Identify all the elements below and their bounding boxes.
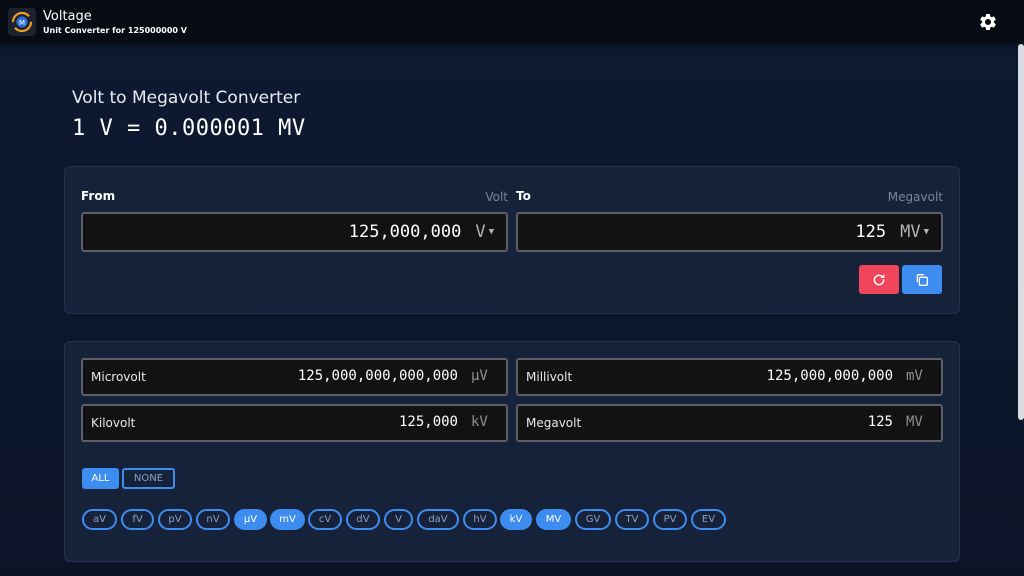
scrollbar[interactable] [1018,44,1024,420]
unit-chip-pv[interactable]: pV [158,509,192,530]
to-value[interactable]: 125 [855,222,886,242]
caret-down-icon: ▼ [488,227,494,237]
unit-chip-microv[interactable]: µV [234,509,267,530]
result-value[interactable]: 125,000 [399,414,458,430]
app-subtitle: Unit Converter for 125000000 V [43,26,187,35]
conversion-formula: 1 V = 0.000001 MV [72,116,306,141]
result-unit-name: Megavolt [526,416,582,430]
result-value[interactable]: 125 [868,414,893,430]
result-unit: mV [906,368,923,384]
from-unit-name: Volt [485,190,508,204]
result-value[interactable]: 125,000,000,000,000 [298,368,458,384]
to-unit: MV [900,222,921,242]
to-label: To [516,189,531,203]
app-title: Voltage [43,9,92,24]
result-row[interactable]: Kilovolt 125,000 kV [81,404,508,442]
refresh-icon [873,273,885,285]
unit-chip-mv-mega[interactable]: MV [536,509,571,530]
unit-chip-cv[interactable]: cV [308,509,342,530]
unit-chip-fv[interactable]: fV [121,509,154,530]
select-all-button[interactable]: ALL [82,468,119,489]
select-none-button[interactable]: NONE [122,468,175,489]
svg-text:M: M [19,19,25,27]
from-value-field[interactable]: 125,000,000 V ▼ [81,212,508,252]
result-unit-name: Microvolt [91,370,146,384]
result-row[interactable]: Megavolt 125 MV [516,404,943,442]
unit-chip-mv-milli[interactable]: mV [270,509,305,530]
unit-chip-nv[interactable]: nV [196,509,230,530]
unit-chip-pv-peta[interactable]: PV [653,509,687,530]
unit-chip-kv[interactable]: kV [500,509,532,530]
result-value[interactable]: 125,000,000,000 [767,368,893,384]
unit-chip-ev[interactable]: EV [691,509,726,530]
result-unit: MV [906,414,923,430]
from-unit: V [475,222,486,242]
to-value-field[interactable]: 125 MV ▼ [516,212,943,252]
caret-down-icon: ▼ [923,227,929,237]
to-unit-select[interactable]: MV ▼ [900,222,929,242]
unit-chip-tv[interactable]: TV [615,509,649,530]
from-unit-select[interactable]: V ▼ [475,222,494,242]
result-unit: kV [471,414,488,430]
copy-icon [916,273,928,286]
reset-button[interactable] [859,265,899,294]
result-row[interactable]: Microvolt 125,000,000,000,000 µV [81,358,508,396]
result-unit-name: Millivolt [526,370,573,384]
converter-icon: M [8,8,36,36]
copy-button[interactable] [902,265,942,294]
gear-icon [980,13,996,30]
result-unit-name: Kilovolt [91,416,136,430]
unit-chip-hv[interactable]: hV [463,509,497,530]
unit-chip-av[interactable]: aV [82,509,117,530]
unit-chip-gv[interactable]: GV [575,509,611,530]
unit-chip-v[interactable]: V [384,509,413,530]
result-unit: µV [471,368,488,384]
top-bar: M Voltage Unit Converter for 125000000 V [0,0,1024,44]
settings-button[interactable] [977,11,999,33]
from-value[interactable]: 125,000,000 [349,222,462,242]
unit-chip-dav[interactable]: daV [417,509,459,530]
from-label: From [81,189,116,203]
unit-chip-dv[interactable]: dV [346,509,380,530]
converter-title: Volt to Megavolt Converter [72,88,301,108]
to-unit-name: Megavolt [887,190,943,204]
result-row[interactable]: Millivolt 125,000,000,000 mV [516,358,943,396]
